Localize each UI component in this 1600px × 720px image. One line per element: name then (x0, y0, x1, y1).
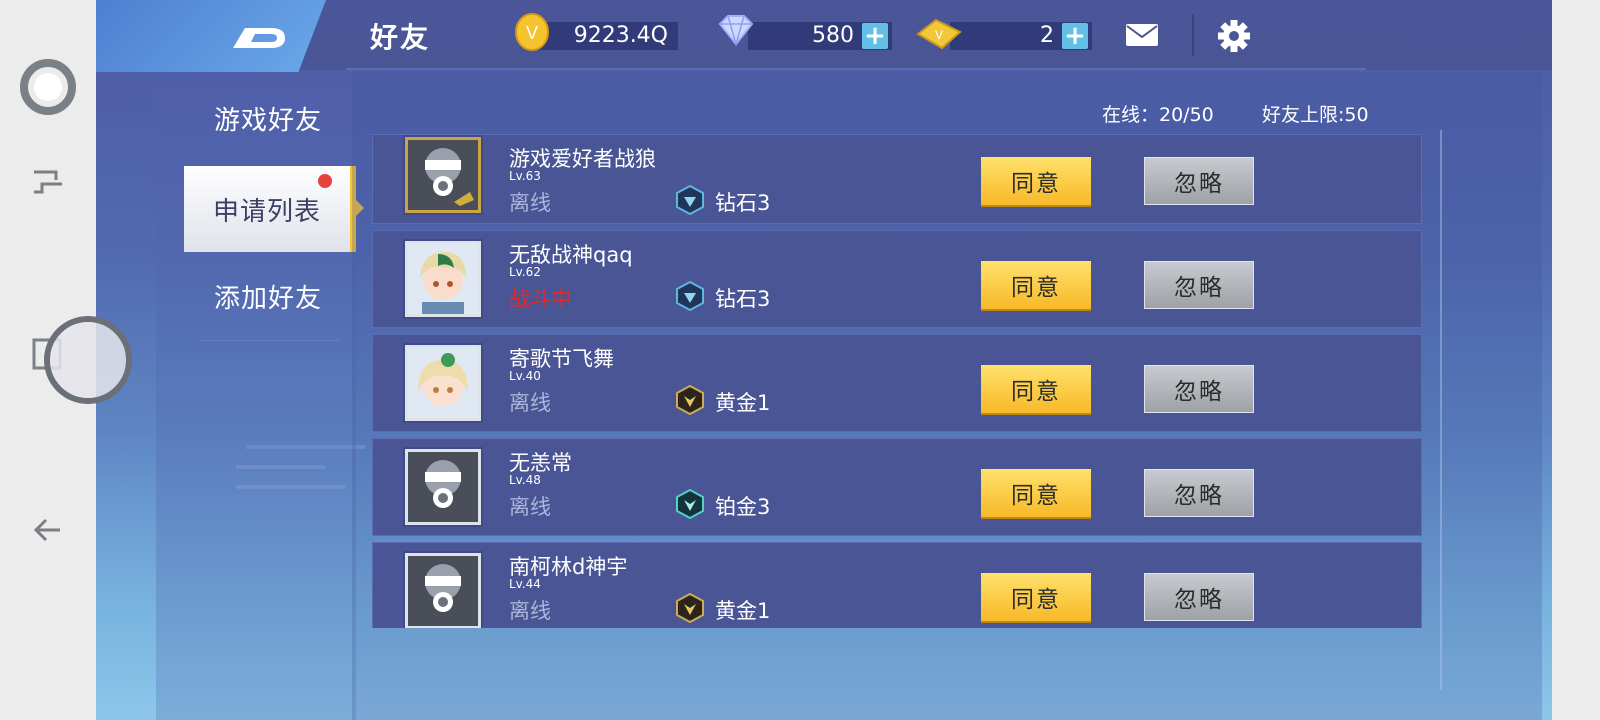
ignore-button[interactable]: 忽略 (1144, 157, 1254, 205)
scrollbar[interactable] (1440, 130, 1442, 690)
list-item: 无敌战神qaq Lv.62 战斗中 钻石3 同意 忽略 (372, 230, 1422, 328)
agree-button[interactable]: 同意 (981, 365, 1091, 413)
gas-mask-avatar-icon (425, 460, 461, 508)
home-circle-icon[interactable] (0, 58, 96, 116)
ignore-button[interactable]: 忽略 (1144, 573, 1254, 621)
list-item: 游戏爱好者战狼 Lv.63 离线 钻石3 同意 忽略 (372, 134, 1422, 224)
requester-level: Lv.40 (509, 369, 541, 383)
gas-mask-avatar-icon (425, 564, 461, 612)
agree-button[interactable]: 同意 (981, 469, 1091, 517)
list-item: 寄歌节飞舞 Lv.40 离线 黄金1 同意 忽略 (372, 334, 1422, 432)
requester-level: Lv.63 (509, 169, 541, 183)
rank-label: 黄金1 (715, 391, 771, 415)
request-list[interactable]: 游戏爱好者战狼 Lv.63 离线 钻石3 同意 忽略 无敌战神qaq Lv.62… (96, 0, 1552, 628)
requester-level: Lv.44 (509, 577, 541, 591)
rank-label: 黄金1 (715, 599, 771, 623)
ignore-button[interactable]: 忽略 (1144, 365, 1254, 413)
anime-boy-avatar-icon (408, 244, 478, 314)
avatar[interactable] (403, 343, 483, 423)
online-status: 战斗中 (509, 287, 572, 311)
diamond-rank-icon (676, 281, 704, 311)
online-status: 离线 (509, 495, 551, 519)
rank-label: 钻石3 (715, 287, 771, 311)
diamond-rank-icon (676, 185, 704, 215)
list-item: 南柯林d神宇 Lv.44 离线 黄金1 同意 忽略 (372, 542, 1422, 628)
platinum-rank-icon (676, 489, 704, 519)
game-view: 好友 V 9223.4Q 580 + V 2 + 游戏好友 申请列表 添加好友 … (96, 0, 1552, 720)
multitask-icon[interactable] (0, 162, 96, 202)
list-item: 无恙常 Lv.48 离线 铂金3 同意 忽略 (372, 438, 1422, 536)
ignore-button[interactable]: 忽略 (1144, 469, 1254, 517)
screen-edge (1552, 0, 1600, 720)
rank-label: 钻石3 (715, 191, 771, 215)
anime-girl-avatar-icon (408, 348, 478, 418)
gold-rank-icon (676, 593, 704, 623)
back-arrow-icon[interactable] (0, 510, 96, 550)
requester-level: Lv.62 (509, 265, 541, 279)
agree-button[interactable]: 同意 (981, 157, 1091, 205)
requester-level: Lv.48 (509, 473, 541, 487)
online-status: 离线 (509, 191, 551, 215)
avatar[interactable] (403, 239, 483, 319)
avatar[interactable] (403, 447, 483, 527)
gold-rank-icon (676, 385, 704, 415)
ignore-button[interactable]: 忽略 (1144, 261, 1254, 309)
avatar[interactable] (403, 551, 483, 628)
online-status: 离线 (509, 391, 551, 415)
rank-label: 铂金3 (715, 495, 771, 519)
agree-button[interactable]: 同意 (981, 573, 1091, 621)
gas-mask-avatar-icon (425, 148, 474, 206)
avatar[interactable] (403, 135, 483, 215)
agree-button[interactable]: 同意 (981, 261, 1091, 309)
floating-assist-ball[interactable] (44, 316, 132, 404)
online-status: 离线 (509, 599, 551, 623)
